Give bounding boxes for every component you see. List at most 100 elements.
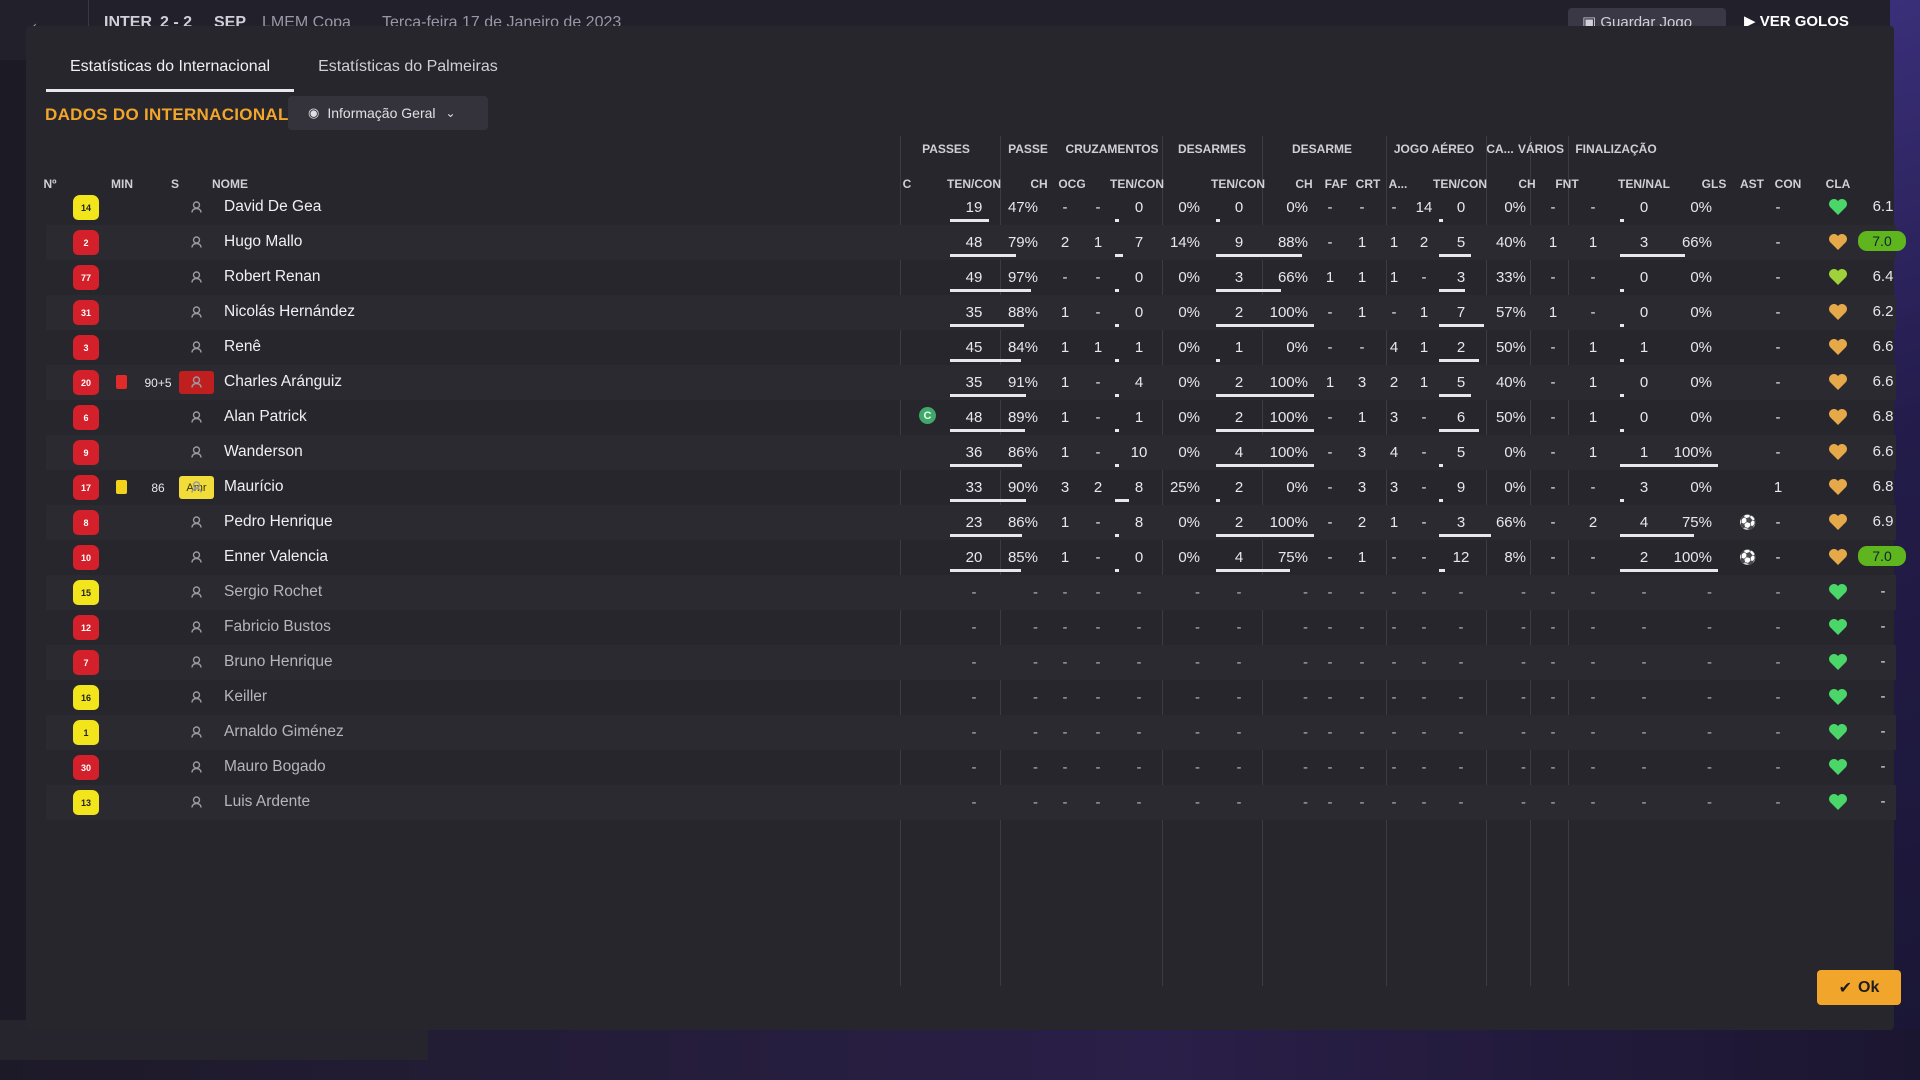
player-name[interactable]: Mauro Bogado: [224, 758, 326, 776]
column-header-c[interactable]: C: [903, 177, 912, 191]
column-header-ocg[interactable]: OCG: [1058, 177, 1085, 191]
stat-cach: -: [1550, 654, 1556, 671]
stat-cach: -: [1550, 444, 1556, 461]
player-name[interactable]: Robert Renan: [224, 268, 321, 286]
column-header-num[interactable]: Nº: [43, 177, 56, 191]
stat-cach: 1: [1548, 234, 1558, 251]
stat-at: -: [1458, 584, 1464, 601]
stat-fnt: 1: [1588, 409, 1598, 426]
stat-pt: 23: [965, 514, 983, 531]
stat-fnt: -: [1590, 584, 1596, 601]
column-header-con[interactable]: CON: [1775, 177, 1802, 191]
player-name[interactable]: Wanderson: [224, 443, 303, 461]
column-header-shots[interactable]: TEN/NAL: [1618, 177, 1670, 191]
column-header-s[interactable]: S: [171, 177, 179, 191]
player-name[interactable]: Keiller: [224, 688, 267, 706]
stat-bar-at: [1439, 254, 1471, 257]
stat-bar-st: [1620, 534, 1694, 537]
stat-da: -: [1421, 584, 1427, 601]
column-header-cla[interactable]: CLA: [1826, 177, 1851, 191]
column-header-tackles[interactable]: TEN/CON: [1211, 177, 1265, 191]
player-row[interactable]: 3 Renê 45 84% 1 1 1 0% 1 0% - - 4 1 2 50% - 1 1 0% - 6.6: [46, 330, 1896, 365]
tab-internacional-stats[interactable]: Estatísticas do Internacional: [46, 56, 295, 92]
player-name[interactable]: Maurício: [224, 478, 283, 496]
stat-dp: -: [1303, 759, 1308, 776]
player-name[interactable]: Hugo Mallo: [224, 233, 302, 251]
tab-palmeiras-stats[interactable]: Estatísticas do Palmeiras: [294, 56, 522, 92]
player-row[interactable]: 12 Fabricio Bustos - - - - - - - - - - - - - - - - - - - -: [46, 610, 1896, 645]
column-header-min[interactable]: MIN: [111, 177, 133, 191]
player-row[interactable]: 17 86 Amr Maurício 33 90% 3 2 8 25% 2 0% -3 3-9 0% - -3 0…: [46, 470, 1896, 505]
stat-ocg: 1: [1093, 339, 1103, 356]
stat-ct: -: [1136, 619, 1142, 636]
player-row[interactable]: 16 Keiller - - - - - - - - - - - - - - - - - - - -: [46, 680, 1896, 715]
stat-pp: 86%: [1007, 444, 1038, 461]
stat-dt: 2: [1234, 374, 1244, 391]
stat-pp: 85%: [1007, 549, 1038, 566]
stat-at: -: [1458, 654, 1464, 671]
column-header-d-a[interactable]: A...: [1389, 177, 1408, 191]
player-name[interactable]: Charles Aránguiz: [224, 373, 342, 391]
column-header-aerial[interactable]: TEN/CON: [1433, 177, 1487, 191]
player-row[interactable]: 15 Sergio Rochet - - - - - - - - - - - - - - - - - - - -: [46, 575, 1896, 610]
player-name[interactable]: Arnaldo Giménez: [224, 723, 344, 741]
stat-ct: -: [1136, 584, 1142, 601]
ok-button[interactable]: ✔ Ok: [1817, 970, 1901, 1005]
player-row[interactable]: 14 David De Gea 19 47% - - 0 0% 0 0% - - - 14 0 0% - - 0 0%…: [46, 190, 1896, 225]
stat-bar-dt: [1216, 534, 1314, 537]
player-name[interactable]: Pedro Henrique: [224, 513, 333, 531]
column-header-name[interactable]: NOME: [212, 177, 248, 191]
stat-dt: -: [1236, 759, 1242, 776]
player-name[interactable]: Enner Valencia: [224, 548, 328, 566]
player-name[interactable]: Luis Ardente: [224, 793, 310, 811]
player-row[interactable]: 13 Luis Ardente - - - - - - - - - - - - - - - - - - - -: [46, 785, 1896, 820]
player-row[interactable]: 2 Hugo Mallo 48 79% 2 1 7 14% 9 88% - 1 1 2 5 40% 1 1 3 66%…: [46, 225, 1906, 260]
player-row[interactable]: 9 Wanderson 36 86% 1-10 0% 4 100% -3 4-5 0% -1 1 100%…: [46, 435, 1896, 470]
stat-at: 5: [1456, 234, 1466, 251]
stat-cach: -: [1550, 759, 1556, 776]
player-row[interactable]: 8 Pedro Henrique 23 86% 1 - 8 0% 2 100% - 2 1 - 3 66% - 2…: [46, 505, 1896, 540]
column-header-fnt[interactable]: FNT: [1555, 177, 1578, 191]
player-name[interactable]: Fabricio Bustos: [224, 618, 331, 636]
player-name[interactable]: Sergio Rochet: [224, 583, 322, 601]
player-row[interactable]: 1 Arnaldo Giménez - - - - - - - - - - - - - - - - - - - -: [46, 715, 1896, 750]
stat-cp: -: [1195, 724, 1200, 741]
stat-st: 4: [1639, 514, 1649, 531]
player-row[interactable]: 77 Robert Renan 49 97% - - 0 0% 3 66% 1 1 1 - 3 33% - - 0 0…: [46, 260, 1896, 295]
stat-dp: 100%: [1269, 409, 1308, 426]
player-row[interactable]: 6 Alan Patrick C 48 89% 1-1 0% 2 100% -1 3-6 50% -1 0…: [46, 400, 1896, 435]
stat-fnt: 1: [1588, 374, 1598, 391]
stat-cp: 0%: [1178, 374, 1200, 391]
stat-bar-st: [1620, 359, 1624, 362]
stat-bar-at: [1439, 324, 1485, 327]
stat-cp: 0%: [1178, 304, 1200, 321]
column-header-cross[interactable]: TEN/CON: [1110, 177, 1164, 191]
player-row[interactable]: 30 Mauro Bogado - - - - - - - - - - - - - - - - - - - -: [46, 750, 1896, 785]
player-row[interactable]: 7 Bruno Henrique - - - - - - - - - - - - - - - - - - - -: [46, 645, 1896, 680]
stats-modal: Estatísticas do Internacional Estatístic…: [26, 26, 1906, 1030]
stat-cp: -: [1195, 759, 1200, 776]
stat-dch: -: [1327, 479, 1333, 496]
player-row[interactable]: 10 Enner Valencia 20 85% 1 - 0 0% 4 75% - 1 - - 12 8% - -…: [46, 540, 1906, 575]
stat-pch: -: [1062, 619, 1068, 636]
stat-da: -: [1421, 654, 1427, 671]
stat-at: 6: [1456, 409, 1466, 426]
column-header-ch[interactable]: CH: [1030, 177, 1047, 191]
player-name[interactable]: Alan Patrick: [224, 408, 307, 426]
player-name[interactable]: Renê: [224, 338, 261, 356]
player-name[interactable]: Nicolás Hernández: [224, 303, 355, 321]
stat-ap: 33%: [1495, 269, 1526, 286]
column-header-gls[interactable]: GLS: [1702, 177, 1727, 191]
column-header-d-crt[interactable]: CRT: [1356, 177, 1381, 191]
column-header-d-ch[interactable]: CH: [1295, 177, 1312, 191]
column-header-ca-ch[interactable]: CH: [1518, 177, 1535, 191]
view-dropdown[interactable]: ◉ Informação Geral ⌄: [288, 96, 488, 130]
column-header-d-faf[interactable]: FAF: [1325, 177, 1348, 191]
player-name[interactable]: David De Gea: [224, 198, 321, 216]
column-header-ast[interactable]: AST: [1740, 177, 1764, 191]
shirt-number-icon: 9: [73, 440, 99, 465]
column-header-passes[interactable]: TEN/CON: [947, 177, 1001, 191]
player-row[interactable]: 20 90+5 Charles Aránguiz 35 91% 1-4 0% 2 100% 1 3 2…: [46, 365, 1896, 400]
player-row[interactable]: 31 Nicolás Hernández 35 88% 1-0 0% 2 100% -1-1 7 5…: [46, 295, 1896, 330]
player-name[interactable]: Bruno Henrique: [224, 653, 333, 671]
